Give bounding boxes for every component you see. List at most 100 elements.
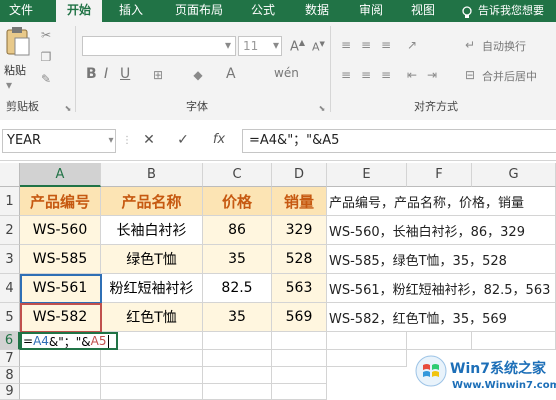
cell-a6-editing[interactable]: = A4 &"；"& A5 (20, 332, 118, 350)
paste-icon[interactable] (4, 26, 32, 58)
row-header-2[interactable]: 2 (0, 216, 20, 245)
merge-center-icon[interactable]: ⊟ (462, 68, 478, 82)
align-bottom-icon[interactable]: ≡ (378, 38, 394, 52)
cell-e1[interactable]: 产品编号，产品名称，价格，销量 (327, 187, 556, 216)
cell-c9[interactable] (203, 384, 272, 400)
cell-b3[interactable]: 绿色T恤 (101, 245, 203, 274)
italic-icon[interactable]: I (104, 66, 108, 82)
grow-font-icon[interactable]: A▲ (290, 38, 305, 54)
row-header-6[interactable]: 6 (0, 332, 20, 350)
column-header-d[interactable]: D (272, 163, 327, 187)
cell-e6[interactable] (327, 332, 407, 350)
cell-b1[interactable]: 产品名称 (101, 187, 203, 216)
tab-page-layout[interactable]: 页面布局 (166, 0, 232, 22)
cell-a1[interactable]: 产品编号 (20, 187, 101, 216)
cell-c6[interactable] (203, 332, 272, 350)
cell-a5[interactable]: WS-582 (20, 303, 101, 332)
column-header-a[interactable]: A (20, 163, 101, 187)
cell-d6[interactable] (272, 332, 327, 350)
cell-d7[interactable] (272, 350, 327, 367)
decrease-indent-icon[interactable]: ⇤ (404, 68, 420, 82)
cell-e7[interactable] (327, 350, 407, 367)
tab-review[interactable]: 审阅 (352, 0, 390, 22)
tab-insert[interactable]: 插入 (112, 0, 150, 22)
paste-dropdown-icon[interactable]: ▾ (4, 78, 14, 92)
tab-view[interactable]: 视图 (404, 0, 442, 22)
row-header-1[interactable]: 1 (0, 187, 20, 216)
align-top-icon[interactable]: ≡ (338, 38, 354, 52)
cell-c3[interactable]: 35 (203, 245, 272, 274)
cell-d3[interactable]: 528 (272, 245, 327, 274)
cell-b9[interactable] (101, 384, 203, 400)
cell-e3[interactable]: WS-585，绿色T恤，35，528 (327, 245, 556, 274)
cell-a7[interactable] (20, 350, 101, 367)
cell-d2[interactable]: 329 (272, 216, 327, 245)
tab-formulas[interactable]: 公式 (244, 0, 282, 22)
font-name-dropdown-icon[interactable]: ▾ (222, 38, 234, 52)
cell-e5[interactable]: WS-582，红色T恤，35，569 (327, 303, 556, 332)
tab-data[interactable]: 数据 (298, 0, 336, 22)
align-center-icon[interactable]: ≡ (358, 68, 374, 82)
cell-f6[interactable] (407, 332, 472, 350)
column-header-c[interactable]: C (203, 163, 272, 187)
font-name-box[interactable] (82, 36, 236, 56)
cell-b7[interactable] (101, 350, 203, 367)
cell-c5[interactable]: 35 (203, 303, 272, 332)
cell-e4[interactable]: WS-561，粉红短袖衬衫，82.5，563 (327, 274, 556, 303)
fill-color-icon[interactable]: ◆ (190, 68, 206, 82)
cell-d4[interactable]: 563 (272, 274, 327, 303)
tab-file[interactable]: 文件 (2, 0, 40, 22)
cell-c2[interactable]: 86 (203, 216, 272, 245)
row-header-4[interactable]: 4 (0, 274, 20, 303)
shrink-font-icon[interactable]: A▼ (312, 40, 325, 54)
paste-label[interactable]: 粘贴 (4, 62, 26, 78)
font-color-icon[interactable]: A (226, 66, 236, 82)
phonetic-icon[interactable]: wén (274, 66, 299, 80)
row-header-7[interactable]: 7 (0, 350, 20, 367)
row-header-5[interactable]: 5 (0, 303, 20, 332)
tab-home[interactable]: 开始 (56, 0, 102, 23)
tell-me-search[interactable]: 告诉我您想要 (478, 3, 544, 19)
font-size-dropdown-icon[interactable]: ▾ (270, 38, 282, 52)
cell-a2[interactable]: WS-560 (20, 216, 101, 245)
column-header-g[interactable]: G (472, 163, 556, 187)
format-painter-icon[interactable]: ✎ (38, 72, 54, 86)
cell-b5[interactable]: 红色T恤 (101, 303, 203, 332)
cell-c7[interactable] (203, 350, 272, 367)
borders-icon[interactable]: ⊞ (150, 68, 166, 82)
cell-d8[interactable] (272, 367, 327, 384)
cell-c4[interactable]: 82.5 (203, 274, 272, 303)
name-box[interactable]: YEAR (2, 129, 116, 153)
merge-center-button[interactable]: 合并后居中 (482, 68, 537, 84)
row-header-3[interactable]: 3 (0, 245, 20, 274)
cell-d1[interactable]: 销量 (272, 187, 327, 216)
cell-b8[interactable] (101, 367, 203, 384)
formula-input[interactable]: =A4&"；"&A5 (242, 129, 556, 153)
wrap-text-icon[interactable]: ↵ (462, 38, 478, 52)
row-header-9[interactable]: 9 (0, 384, 20, 400)
enter-icon[interactable]: ✓ (174, 133, 192, 147)
align-right-icon[interactable]: ≡ (378, 68, 394, 82)
insert-function-icon[interactable]: fx (208, 133, 230, 147)
cancel-icon[interactable]: ✕ (140, 133, 158, 147)
cell-e2[interactable]: WS-560，长袖白衬衫，86，329 (327, 216, 556, 245)
cell-g6[interactable] (472, 332, 556, 350)
underline-icon[interactable]: U (120, 66, 130, 82)
cell-a4[interactable]: WS-561 (20, 274, 101, 303)
formula-bar-splitter-icon[interactable]: ⋮ (122, 134, 132, 148)
increase-indent-icon[interactable]: ⇥ (424, 68, 440, 82)
orientation-icon[interactable]: ↗ (404, 38, 420, 52)
align-left-icon[interactable]: ≡ (338, 68, 354, 82)
cut-icon[interactable]: ✂ (38, 28, 54, 42)
font-launcher-icon[interactable]: ⬊ (318, 102, 326, 116)
column-header-e[interactable]: E (327, 163, 407, 187)
cell-a8[interactable] (20, 367, 101, 384)
column-header-b[interactable]: B (101, 163, 203, 187)
cell-a3[interactable]: WS-585 (20, 245, 101, 274)
cell-b2[interactable]: 长袖白衬衫 (101, 216, 203, 245)
select-all-button[interactable] (0, 163, 20, 187)
row-header-8[interactable]: 8 (0, 367, 20, 384)
cell-a9[interactable] (20, 384, 101, 400)
cell-c8[interactable] (203, 367, 272, 384)
column-header-f[interactable]: F (407, 163, 472, 187)
